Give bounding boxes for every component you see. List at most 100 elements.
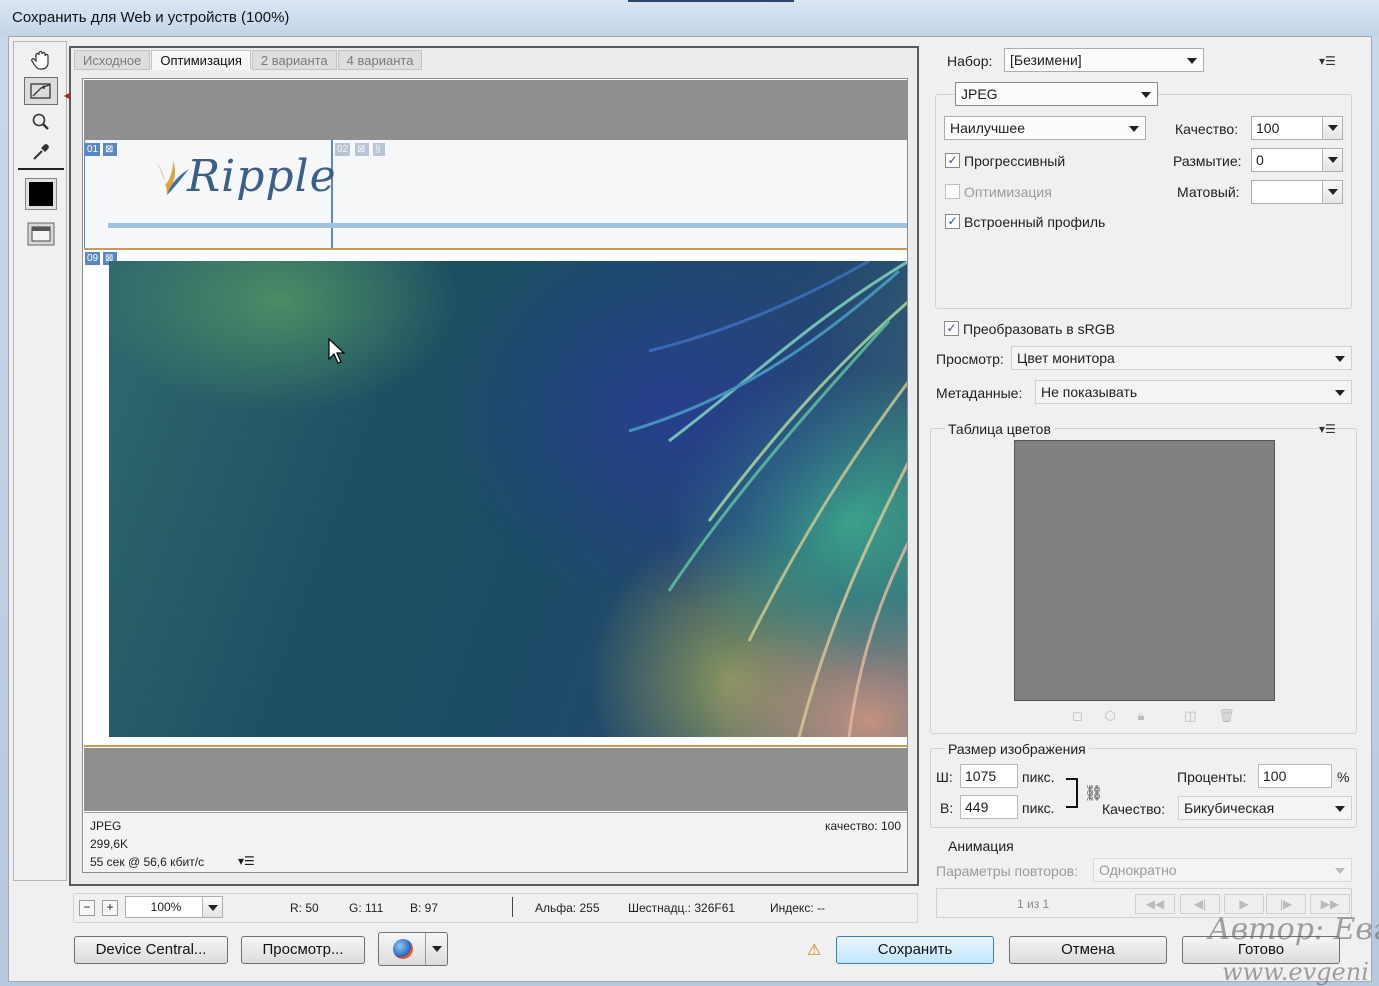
readout-r: R: 50 — [290, 901, 319, 915]
format-select[interactable]: JPEG — [955, 82, 1158, 106]
title-bar: Сохранить для Web и устройств (100%) — [0, 0, 1379, 36]
preview-select[interactable]: Цвет монитора — [1011, 346, 1352, 370]
chevron-down-icon — [1335, 356, 1345, 362]
format-value: JPEG — [961, 86, 998, 102]
tab-optimized[interactable]: Оптимизация — [151, 50, 251, 70]
frame-counter: 1 из 1 — [1017, 897, 1050, 911]
play-icon[interactable]: ▶ — [1224, 894, 1264, 914]
loop-select[interactable]: Однократно — [1093, 858, 1352, 882]
optimized-checkbox[interactable] — [945, 184, 960, 199]
resample-select[interactable]: Бикубическая — [1178, 796, 1352, 820]
zoom-tool-icon[interactable] — [24, 108, 58, 136]
color-table-label: Таблица цветов — [945, 421, 1054, 437]
slice-image-icon-2: ⊠ — [355, 143, 369, 156]
tab-original[interactable]: Исходное — [74, 50, 151, 70]
eyedropper-color-swatch[interactable] — [25, 178, 57, 210]
blur-value: 0 — [1256, 152, 1264, 168]
percent-sign: % — [1337, 769, 1350, 785]
blur-input[interactable]: 0 — [1251, 148, 1343, 172]
cancel-button[interactable]: Отмена — [1009, 936, 1167, 964]
last-frame-icon[interactable]: ▶▶ — [1310, 894, 1350, 914]
loop-label: Параметры повторов: — [936, 863, 1078, 879]
info-size: 299,6K — [90, 837, 129, 851]
zoom-in-icon[interactable]: + — [102, 900, 118, 916]
new-color-icon[interactable]: ◫ — [1184, 708, 1196, 723]
progressive-checkbox[interactable]: ✓ — [945, 153, 960, 168]
readout-index: Индекс: -- — [770, 901, 825, 915]
header-underline — [108, 223, 907, 228]
convert-srgb-label: Преобразовать в sRGB — [963, 321, 1115, 337]
convert-srgb-checkbox[interactable]: ✓ — [944, 321, 959, 336]
chevron-down-icon — [1335, 868, 1345, 874]
next-frame-icon[interactable]: |▶ — [1266, 894, 1306, 914]
blur-dropdown-icon[interactable] — [1322, 149, 1342, 171]
web-snap-icon[interactable]: ⬡ — [1104, 708, 1115, 723]
color-table-menu-icon[interactable]: ▾☰ — [1319, 422, 1336, 436]
optimized-info: JPEG 299,6K 55 сек @ 56,6 кбит/с ▾☰ каче… — [84, 812, 907, 872]
image-size-label: Размер изображения — [945, 741, 1089, 757]
preview-value: Цвет монитора — [1017, 350, 1115, 366]
chevron-down-icon — [1129, 126, 1139, 132]
resample-label: Качество: — [1102, 801, 1166, 817]
tab-4-up[interactable]: 4 варианта — [337, 50, 423, 70]
resample-value: Бикубическая — [1184, 800, 1275, 816]
watermark-author: Автор: Евг — [1208, 912, 1379, 947]
map-transparent-icon[interactable]: ◻ — [1072, 708, 1083, 723]
slice-boundary — [84, 248, 907, 250]
height-input[interactable]: 449 — [960, 795, 1018, 819]
quality-input[interactable]: 100 — [1251, 116, 1343, 140]
slice-select-tool-icon[interactable] — [24, 77, 58, 105]
preview-button[interactable]: Просмотр... — [241, 936, 365, 964]
delete-color-icon[interactable]: 🗑︎ — [1218, 708, 1235, 723]
canvas-bottom-area — [84, 748, 907, 811]
hand-tool-icon[interactable] — [24, 46, 58, 74]
save-button[interactable]: Сохранить — [836, 936, 994, 964]
info-menu-icon[interactable]: ▾☰ — [238, 854, 255, 868]
tab-2-up[interactable]: 2 варианта — [251, 50, 337, 70]
height-label: В: — [940, 800, 954, 816]
metadata-select[interactable]: Не показывать — [1035, 380, 1352, 404]
readout-g: G: 111 — [349, 901, 384, 915]
color-table-tools: ◻ ⬡ 🔒︎ ◫ 🗑︎ — [1072, 708, 1235, 724]
matte-select[interactable] — [1251, 180, 1343, 204]
zoom-select[interactable]: 100% — [125, 896, 223, 918]
zoom-out-icon[interactable]: − — [79, 900, 95, 916]
quality-preset-select[interactable]: Наилучшее — [944, 116, 1146, 140]
metadata-label: Метаданные: — [936, 385, 1023, 401]
mouse-cursor-icon — [328, 337, 346, 364]
height-unit: пикс. — [1022, 800, 1055, 816]
first-frame-icon[interactable]: ◀◀ — [1135, 894, 1175, 914]
constrain-bracket — [1066, 778, 1078, 808]
lock-icon[interactable]: 🔒︎ — [1138, 708, 1145, 723]
color-table-swatches[interactable] — [1014, 440, 1275, 701]
browser-preview-button[interactable] — [378, 932, 448, 966]
feather-photo — [109, 261, 907, 737]
slice-label-09: 09 — [85, 252, 101, 265]
browser-dropdown[interactable] — [425, 933, 447, 965]
view-tabs: Исходное Оптимизация 2 варианта 4 вариан… — [74, 50, 423, 70]
quality-preset-value: Наилучшее — [950, 120, 1025, 136]
quality-dropdown-icon[interactable] — [1322, 117, 1342, 139]
chain-link-icon[interactable]: ⛓︎ — [1084, 784, 1103, 802]
matte-label: Матовый: — [1177, 184, 1240, 200]
zoom-dropdown-icon[interactable] — [202, 897, 222, 917]
chevron-down-icon — [1335, 806, 1345, 812]
prev-frame-icon[interactable]: ◀| — [1180, 894, 1220, 914]
preset-label: Набор: — [947, 53, 993, 69]
device-central-button[interactable]: Device Central... — [74, 936, 228, 964]
readout-b: B: 97 — [410, 901, 439, 915]
chevron-down-icon — [1335, 390, 1345, 396]
toggle-slices-icon[interactable] — [24, 220, 58, 248]
embed-profile-checkbox[interactable]: ✓ — [945, 214, 960, 229]
image-preview[interactable]: 01 ⊠ 02 ⊠ § Ripple 09 ⊠ JPEG 299,6K 55 с… — [82, 78, 908, 873]
percent-label: Проценты: — [1177, 769, 1247, 785]
matte-dropdown-icon[interactable] — [1322, 181, 1342, 203]
eyedropper-tool-icon[interactable] — [24, 138, 58, 166]
status-divider — [512, 897, 513, 917]
zoom-value: 100% — [150, 900, 182, 914]
preset-menu-icon[interactable]: ▾☰ — [1319, 54, 1336, 68]
width-input[interactable]: 1075 — [960, 764, 1018, 788]
preset-select[interactable]: [Безимени] — [1004, 48, 1204, 72]
percent-input[interactable]: 100 — [1258, 764, 1332, 788]
width-label: Ш: — [936, 769, 953, 785]
